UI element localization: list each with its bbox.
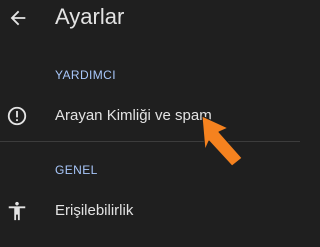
top-app-bar: Ayarlar: [0, 0, 300, 38]
section-header-yardimci: YARDIMCI: [55, 68, 116, 82]
caller-id-spam-label: Arayan Kimliği ve spam: [55, 107, 212, 124]
back-button[interactable]: [4, 4, 32, 32]
accessibility-icon: [6, 200, 28, 222]
orange-arrow-pointer: [201, 115, 243, 167]
section-header-genel: GENEL: [55, 163, 98, 177]
info-outline-icon: [6, 105, 28, 127]
page-title: Ayarlar: [55, 4, 125, 29]
accessibility-item[interactable]: Erişilebilirlik: [0, 191, 300, 231]
arrow-back-icon: [10, 10, 26, 26]
accessibility-label: Erişilebilirlik: [55, 202, 134, 219]
